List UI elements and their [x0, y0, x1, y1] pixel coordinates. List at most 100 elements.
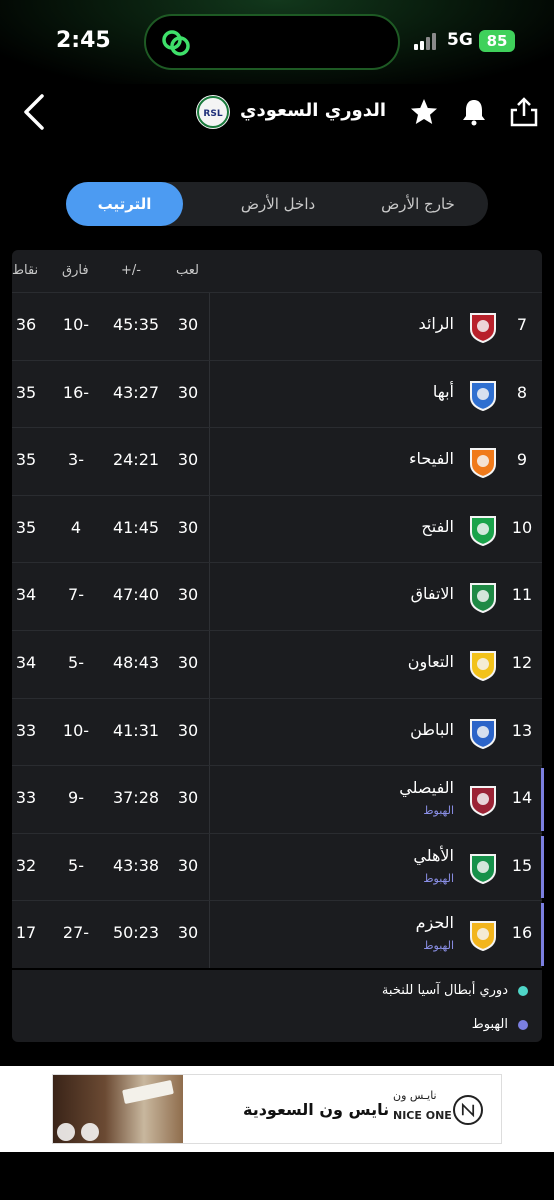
cell-score: 45:35: [112, 315, 160, 334]
team-name: الحزم: [415, 913, 454, 933]
cell-points: 33: [15, 788, 37, 808]
tab-home[interactable]: داخل الأرض: [208, 182, 348, 226]
battery-icon: 85: [479, 30, 515, 52]
row-divider: [209, 833, 210, 901]
league-logo-text: RSL: [203, 109, 222, 119]
row-divider: [209, 698, 210, 766]
table-row[interactable]: 34 7- 47:40 30 الاتفاق 11: [12, 562, 542, 630]
team-name: الباطن: [410, 719, 454, 739]
cell-played: 30: [177, 315, 199, 334]
cell-diff: 3-: [68, 450, 84, 470]
cell-score: 37:28: [112, 788, 160, 808]
cell-points: 35: [15, 450, 37, 470]
team-position: 15: [511, 855, 533, 875]
relegation-label: الهبوط: [423, 804, 454, 818]
star-icon[interactable]: [408, 96, 440, 128]
app-logo-icon: [162, 30, 190, 56]
team-crest-icon: [470, 853, 496, 884]
cell-diff: 10-: [62, 720, 90, 740]
ad-banner: نايس ون السعودية نايـس ون NICE ONE: [0, 1066, 554, 1152]
team-position: 9: [516, 450, 528, 470]
team-crest-icon: [470, 515, 496, 546]
row-divider: [209, 901, 210, 968]
team-position: 10: [511, 517, 533, 537]
table-row[interactable]: 35 3- 24:21 30 الفيحاء 9: [12, 427, 542, 495]
cell-played: 30: [177, 585, 199, 605]
team-crest-icon: [470, 313, 496, 343]
legend-dot: [518, 1020, 528, 1030]
cell-diff: 5-: [68, 855, 84, 875]
team-crest-icon: [470, 583, 496, 614]
ad-headline: نايس ون السعودية: [243, 1100, 390, 1119]
cell-diff: 9-: [68, 788, 84, 808]
team-name: الفتح: [421, 516, 454, 536]
cell-played: 30: [177, 788, 199, 808]
legend-dot: [518, 986, 528, 996]
cell-played: 30: [177, 450, 199, 470]
row-divider: [209, 495, 210, 563]
ad-close-icon[interactable]: [57, 1123, 75, 1141]
table-row[interactable]: 35 16- 43:27 30 أبها 8: [12, 359, 542, 428]
table-row[interactable]: 32 5- 43:38 30 الأهلي الهبوط 15: [12, 832, 544, 901]
ad-card[interactable]: نايس ون السعودية نايـس ون NICE ONE: [52, 1074, 502, 1144]
team-position: 14: [511, 788, 533, 808]
cell-score: 48:43: [112, 652, 160, 672]
league-logo: RSL: [196, 95, 230, 129]
row-divider: [209, 293, 210, 360]
table-row[interactable]: 33 10- 41:31 30 الباطن 13: [12, 697, 542, 766]
nice-one-logo-icon: [453, 1095, 483, 1125]
tab-standings[interactable]: الترتيب: [66, 182, 183, 226]
cell-score: 41:31: [112, 720, 160, 740]
team-name: الرائد: [418, 314, 454, 333]
table-row[interactable]: 17 27- 50:23 30 الحزم الهبوط 16: [12, 900, 544, 968]
cell-played: 30: [177, 720, 199, 740]
cell-diff: 7-: [68, 585, 84, 605]
table-row[interactable]: 35 4 41:45 30 الفتح 10: [12, 494, 542, 563]
relegation-marker: [541, 903, 544, 966]
bell-icon[interactable]: [458, 96, 490, 128]
team-crest-icon: [470, 650, 496, 681]
team-name: الفيحاء: [409, 449, 454, 469]
col-diff: فارق: [62, 263, 89, 278]
col-points: نقاط: [12, 263, 39, 278]
standings-table: لعب +/- فارق نقاط 36 10- 45:35 30 الرائد 7 35 1…: [12, 250, 544, 968]
cell-points: 36: [15, 315, 37, 334]
cell-points: 35: [15, 382, 37, 402]
share-icon[interactable]: [508, 96, 540, 128]
status-bar: 2:45 5G 85: [0, 0, 554, 84]
table-row[interactable]: 34 5- 48:43 30 التعاون 12: [12, 629, 542, 698]
row-divider: [209, 630, 210, 698]
cell-diff: 4: [70, 517, 82, 537]
row-divider: [209, 360, 210, 428]
row-divider: [209, 563, 210, 630]
legend-item-afc: دوري أبطال آسيا للنخبة: [228, 983, 528, 999]
cell-score: 43:38: [112, 855, 160, 875]
network-type: 5G: [447, 30, 473, 50]
page-title: الدوري السعودي: [240, 100, 387, 121]
cell-played: 30: [177, 923, 199, 943]
ad-info-icon[interactable]: [81, 1123, 99, 1141]
team-crest-icon: [470, 380, 496, 411]
ad-brand-arabic: نايـس ون: [393, 1089, 437, 1102]
col-played: لعب: [176, 263, 199, 278]
clock: 2:45: [56, 28, 111, 53]
table-row[interactable]: 33 9- 37:28 30 الفيصلي الهبوط 14: [12, 765, 544, 833]
table-row[interactable]: 36 10- 45:35 30 الرائد 7: [12, 292, 542, 360]
cell-diff: 16-: [62, 382, 90, 402]
row-divider: [209, 428, 210, 495]
cell-score: 47:40: [112, 585, 160, 605]
team-position: 7: [516, 315, 528, 334]
team-name: الفيصلي: [399, 778, 454, 798]
cell-played: 30: [177, 382, 199, 402]
dynamic-island: [144, 14, 400, 70]
relegation-marker: [541, 835, 544, 899]
cell-played: 30: [177, 855, 199, 875]
cell-points: 17: [15, 923, 37, 943]
legend-label: الهبوط: [471, 1017, 508, 1032]
relegation-label: الهبوط: [423, 939, 454, 953]
team-position: 13: [511, 720, 533, 740]
back-icon[interactable]: [18, 92, 54, 132]
tab-away[interactable]: خارج الأرض: [348, 182, 488, 226]
cell-diff: 5-: [68, 652, 84, 672]
cell-points: 35: [15, 517, 37, 537]
